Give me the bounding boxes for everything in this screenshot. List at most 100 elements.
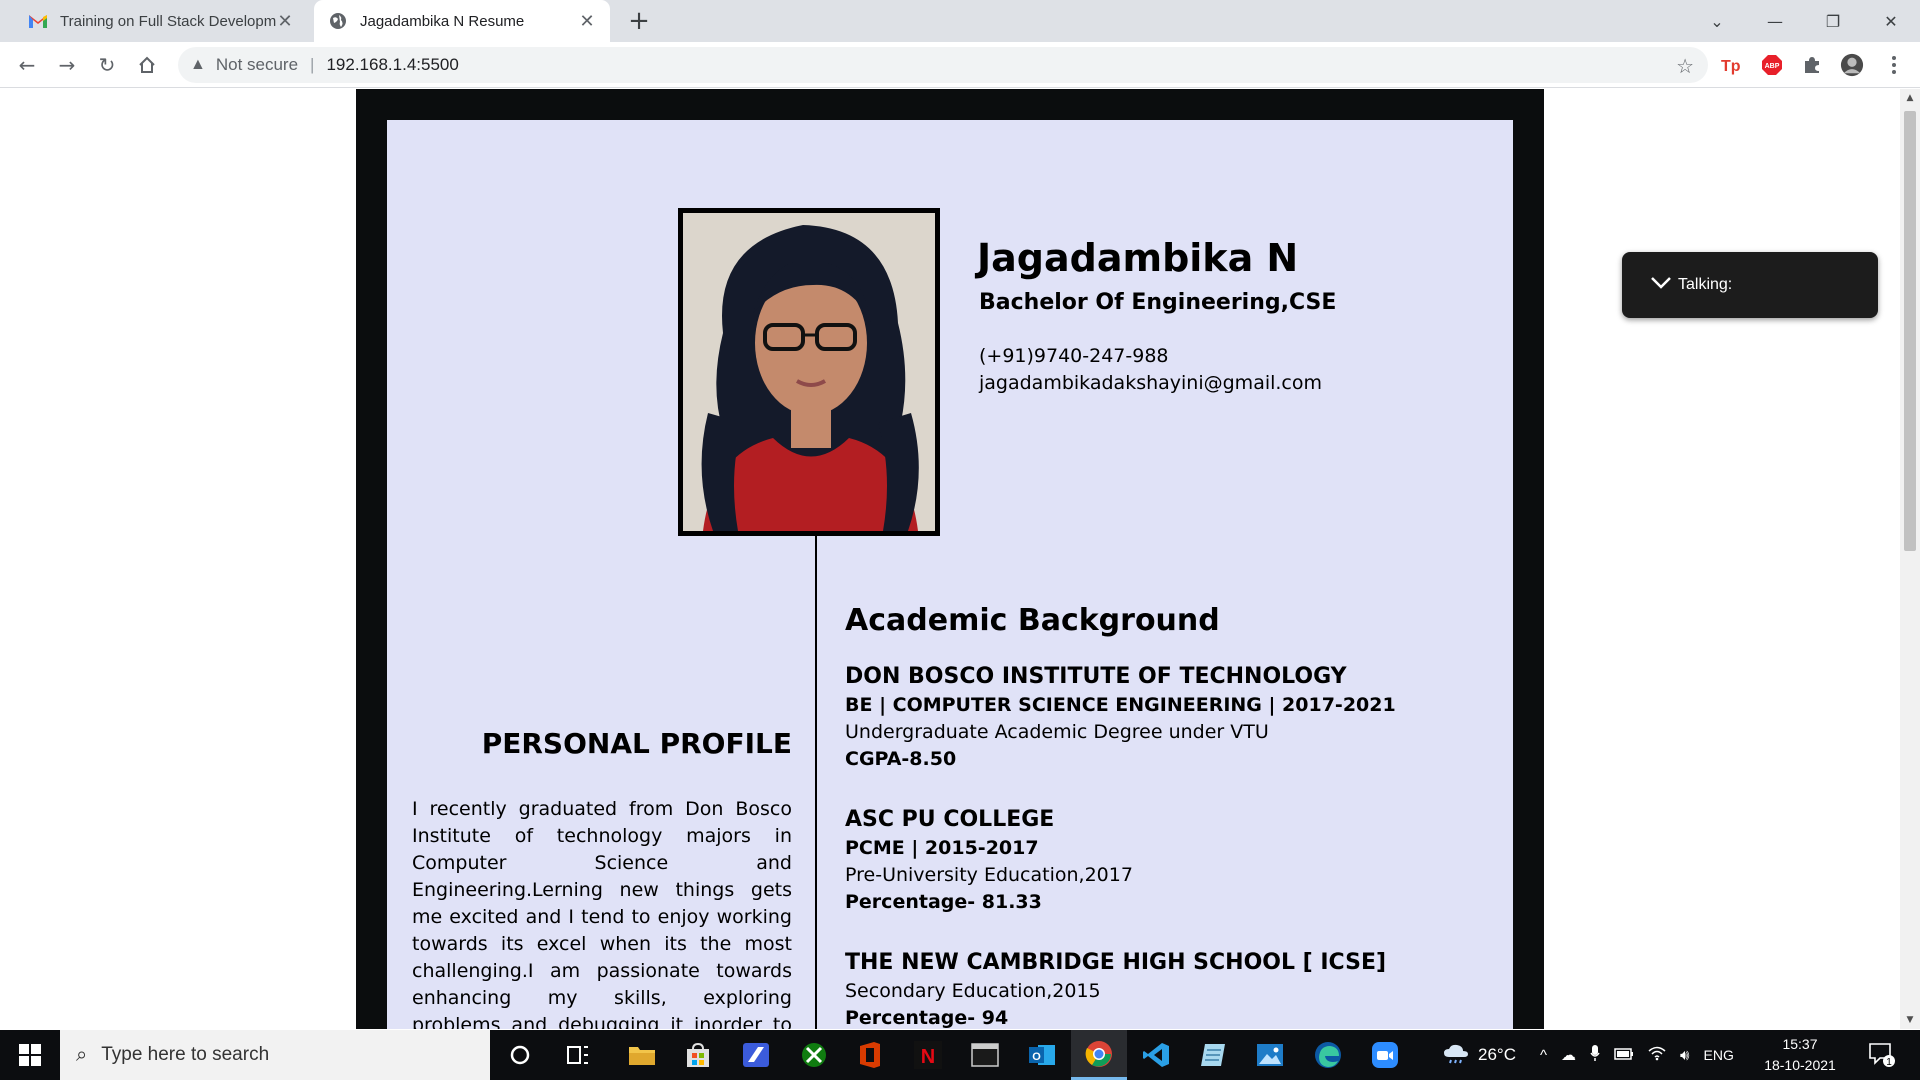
svg-text:N: N — [921, 1046, 935, 1068]
tab-resume[interactable]: Jagadambika N Resume ✕ — [314, 0, 610, 42]
scroll-down-icon[interactable]: ▼ — [1900, 1011, 1920, 1029]
svg-text:Tp: Tp — [1721, 58, 1741, 75]
chrome-icon[interactable] — [1071, 1030, 1127, 1080]
taskbar-search-placeholder[interactable]: Type here to search — [101, 1044, 269, 1066]
netflix-icon[interactable]: N — [900, 1030, 956, 1080]
tp-extension-icon[interactable]: Tp — [1720, 53, 1744, 77]
windows-start-icon[interactable] — [0, 1030, 60, 1080]
volume-icon[interactable]: 🔊︎ — [1680, 1047, 1689, 1064]
svg-text:O: O — [1032, 1051, 1041, 1063]
institution-name: ASC PU COLLEGE — [845, 807, 1055, 832]
scroll-thumb[interactable] — [1904, 111, 1916, 551]
candidate-degree: Bachelor Of Engineering,CSE — [979, 290, 1337, 315]
page-scrollbar[interactable]: ▲ ▼ — [1900, 89, 1920, 1029]
column-divider — [815, 536, 817, 1029]
tray-icons: ^ ☁ 🔊︎ ENG — [1540, 1030, 1734, 1080]
address-bar[interactable]: ▲ Not secure | 192.168.1.4:5500 ☆ — [178, 47, 1708, 83]
score-line: Percentage- 94 — [845, 1007, 1009, 1029]
task-view-icon[interactable] — [550, 1030, 606, 1080]
course-line: BE | COMPUTER SCIENCE ENGINEERING | 2017… — [845, 694, 1396, 716]
close-tab-icon[interactable]: ✕ — [578, 11, 596, 32]
tab-title: Training on Full Stack Developme — [60, 12, 276, 30]
page-viewport: Jagadambika N Bachelor Of Engineering,CS… — [0, 89, 1900, 1029]
clock-time: 15:37 — [1782, 1036, 1818, 1052]
photos-icon[interactable] — [1242, 1030, 1298, 1080]
notepad-icon[interactable] — [1185, 1030, 1241, 1080]
weather-cloud-icon[interactable] — [1442, 1042, 1470, 1069]
personal-profile-text: I recently graduated from Don Bosco Inst… — [412, 798, 792, 1029]
office-icon[interactable] — [842, 1030, 898, 1080]
taskbar-clock[interactable]: 15:37 18-10-2021 — [1760, 1034, 1840, 1076]
profile-avatar-icon[interactable] — [1840, 53, 1864, 77]
close-tab-icon[interactable]: ✕ — [276, 11, 294, 32]
chevron-up-icon[interactable]: ^ — [1540, 1047, 1547, 1064]
onedrive-icon[interactable]: ☁ — [1561, 1046, 1576, 1064]
education-entry: ASC PU COLLEGE PCME | 2015-2017 Pre-Univ… — [845, 805, 1133, 916]
chevron-down-icon[interactable] — [1650, 276, 1672, 295]
course-description: Pre-University Education,2017 — [845, 864, 1133, 886]
wifi-icon[interactable] — [1648, 1045, 1666, 1065]
adblock-extension-icon[interactable]: ABP — [1760, 53, 1784, 77]
talking-overlay[interactable]: Talking: — [1622, 252, 1878, 318]
battery-icon[interactable] — [1614, 1047, 1634, 1064]
weather-temperature[interactable]: 26°C — [1478, 1045, 1516, 1065]
url-text[interactable]: 192.168.1.4:5500 — [326, 55, 458, 75]
minimize-icon[interactable]: — — [1746, 0, 1804, 42]
score-line: CGPA-8.50 — [845, 748, 957, 770]
store-icon[interactable] — [670, 1030, 726, 1080]
windows-taskbar: ⌕ Type here to search N O 26°C ^ ☁ 🔊︎ EN… — [0, 1030, 1920, 1080]
search-icon: ⌕ — [76, 1043, 88, 1066]
score-line: Percentage- 81.33 — [845, 891, 1042, 913]
course-line: PCME | 2015-2017 — [845, 837, 1039, 859]
vscode-icon[interactable] — [1128, 1030, 1184, 1080]
language-indicator[interactable]: ENG — [1704, 1047, 1734, 1063]
personal-profile-heading: PERSONAL PROFILE — [481, 727, 792, 760]
candidate-phone: (+91)9740-247-988 — [979, 345, 1169, 367]
new-tab-button[interactable]: + — [624, 6, 654, 36]
warning-icon[interactable]: ▲ — [190, 56, 206, 74]
close-window-icon[interactable]: ✕ — [1862, 0, 1920, 42]
institution-name: DON BOSCO INSTITUTE OF TECHNOLOGY — [845, 664, 1347, 689]
back-icon[interactable]: ← — [12, 50, 42, 80]
restore-icon[interactable]: ❐ — [1804, 0, 1862, 42]
xbox-icon[interactable] — [786, 1030, 842, 1080]
tab-search-icon[interactable]: ⌄ — [1688, 0, 1746, 42]
candidate-name: Jagadambika N — [977, 236, 1299, 280]
taskbar-search-box[interactable]: ⌕ Type here to search — [60, 1030, 490, 1080]
institution-name: THE NEW CAMBRIDGE HIGH SCHOOL [ ICSE] — [845, 950, 1387, 975]
tab-gmail[interactable]: Training on Full Stack Developme ✕ — [14, 0, 308, 42]
file-explorer-icon[interactable] — [614, 1030, 670, 1080]
notification-count: 1 — [1886, 1057, 1892, 1068]
notification-center-icon[interactable]: 1 — [1868, 1030, 1896, 1080]
candidate-email[interactable]: jagadambikadakshayini@gmail.com — [979, 372, 1322, 394]
extensions-puzzle-icon[interactable] — [1800, 53, 1824, 77]
resume-frame: Jagadambika N Bachelor Of Engineering,CS… — [356, 89, 1544, 1029]
svg-text:ABP: ABP — [1765, 63, 1780, 70]
scroll-up-icon[interactable]: ▲ — [1900, 89, 1920, 107]
resume-paper: Jagadambika N Bachelor Of Engineering,CS… — [387, 120, 1513, 1029]
window-controls: ⌄ — ❐ ✕ — [1688, 0, 1920, 42]
browser-toolbar: ← → ↻ ▲ Not secure | 192.168.1.4:5500 ☆ … — [0, 42, 1920, 88]
education-entry: DON BOSCO INSTITUTE OF TECHNOLOGY BE | C… — [845, 662, 1396, 773]
tab-title: Jagadambika N Resume — [360, 12, 525, 30]
home-icon[interactable] — [132, 50, 162, 80]
edge-icon[interactable] — [1300, 1030, 1356, 1080]
microphone-icon[interactable] — [1590, 1044, 1600, 1066]
academic-background-heading: Academic Background — [845, 603, 1220, 638]
outlook-icon[interactable]: O — [1014, 1030, 1070, 1080]
profile-photo — [678, 208, 940, 536]
reload-icon[interactable]: ↻ — [92, 50, 122, 80]
cortana-icon[interactable] — [492, 1030, 548, 1080]
zoom-icon[interactable] — [1357, 1030, 1413, 1080]
course-description: Undergraduate Academic Degree under VTU — [845, 721, 1269, 743]
terminal-icon[interactable] — [957, 1030, 1013, 1080]
menu-kebab-icon[interactable] — [1882, 53, 1906, 77]
bookmark-star-icon[interactable]: ☆ — [1676, 54, 1694, 79]
security-label[interactable]: Not secure — [216, 55, 298, 75]
education-entry: THE NEW CAMBRIDGE HIGH SCHOOL [ ICSE] Se… — [845, 948, 1386, 1029]
clock-date: 18-10-2021 — [1764, 1057, 1836, 1073]
forward-icon[interactable]: → — [52, 50, 82, 80]
gmail-icon — [28, 11, 48, 31]
globe-icon — [328, 11, 348, 31]
power-automate-icon[interactable] — [728, 1030, 784, 1080]
